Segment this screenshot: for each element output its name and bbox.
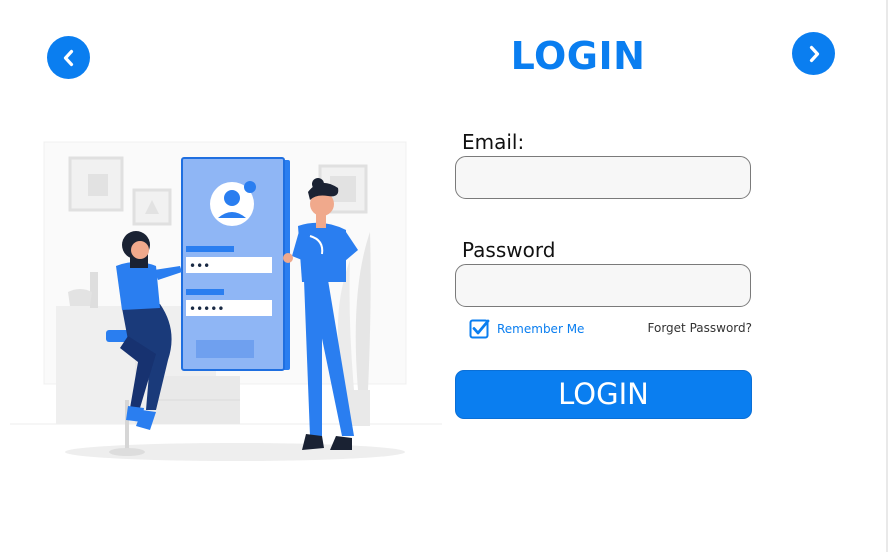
email-field[interactable] bbox=[455, 156, 751, 199]
checkbox-checked-icon bbox=[469, 319, 490, 339]
back-button[interactable] bbox=[47, 36, 90, 79]
login-button[interactable]: LOGIN bbox=[455, 370, 752, 419]
illus-password-mask-short: ••• bbox=[189, 259, 210, 273]
remember-me-checkbox[interactable]: Remember Me bbox=[469, 318, 584, 339]
password-label: Password bbox=[462, 238, 556, 262]
password-field[interactable] bbox=[455, 264, 751, 307]
page-title: LOGIN bbox=[510, 34, 646, 78]
next-button[interactable] bbox=[792, 32, 835, 75]
chevron-left-icon bbox=[63, 49, 73, 66]
chevron-right-icon bbox=[809, 45, 819, 62]
forgot-password-link[interactable]: Forget Password? bbox=[648, 321, 752, 335]
illus-password-mask-long: ••••• bbox=[189, 302, 224, 316]
login-illustration: ••• ••••• bbox=[10, 141, 442, 461]
remember-me-label: Remember Me bbox=[497, 321, 585, 336]
email-label: Email: bbox=[462, 130, 525, 154]
